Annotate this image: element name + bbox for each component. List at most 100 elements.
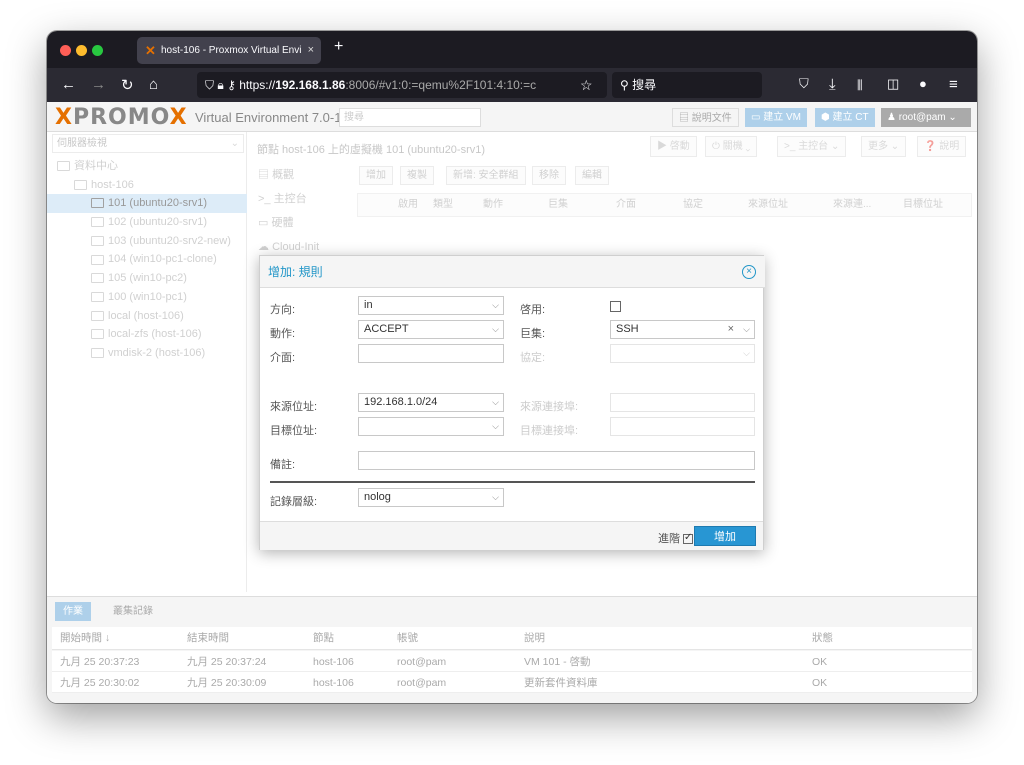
col-start-time[interactable]: 開始時間 ↓ [60, 627, 110, 649]
library-icon[interactable]: ⫼ [857, 78, 863, 93]
search-box[interactable]: ⚲ 搜尋 [612, 72, 762, 98]
search-icon: ⚲ [620, 78, 633, 92]
close-window-button[interactable] [60, 45, 71, 56]
pocket-icon[interactable]: ⛉ [799, 76, 809, 92]
docs-button[interactable]: ▤ 說明文件 [672, 108, 739, 127]
chevron-down-icon: ⌵ [492, 324, 499, 334]
lock-icon[interactable]: 🔒︎ [217, 78, 223, 92]
tab-title: host-106 - Proxmox Virtual Envi [161, 45, 302, 56]
dport-input[interactable] [610, 417, 755, 436]
forward-icon[interactable]: → [91, 76, 106, 93]
logo-x1: X [55, 105, 73, 130]
minimize-window-button[interactable] [76, 45, 87, 56]
docs-label: 說明文件 [691, 113, 732, 124]
user-menu-button[interactable]: ♟ root@pam ⌄ [881, 108, 971, 127]
close-icon[interactable]: × [742, 265, 756, 279]
separator [270, 481, 755, 483]
task-header: 開始時間 ↓ 結束時間 節點 帳號 說明 狀態 [52, 627, 972, 650]
log-level-value: nolog [364, 491, 391, 503]
add-rule-dialog: 增加: 規則 × 方向: in ⌵ 啓用: 動作: ACCEPT ⌵ 巨集: SSH… [259, 255, 765, 550]
source-label: 來源位址: [270, 401, 318, 413]
create-vm-label: 建立 VM [763, 112, 802, 123]
home-icon[interactable]: ⌂ [149, 76, 158, 93]
table-row[interactable]: 九月 25 20:37:23 九月 25 20:37:24 host-106 r… [52, 651, 972, 672]
advanced-checkbox[interactable]: ✓ [683, 532, 693, 545]
col-user[interactable]: 帳號 [397, 627, 418, 649]
nav-bar: ← → ↻ ⌂ ⛉ 🔒︎ ⚷ https://192.168.1.86:8006… [47, 68, 977, 102]
menu-icon[interactable]: ≡ [949, 76, 958, 93]
pve-header: XPROMOX Virtual Environment 7.0-11 搜尋 ▤ … [47, 102, 977, 132]
url-path: :8006/#v1:0:=qemu%2F101:4:10:=c [345, 78, 537, 92]
protocol-select[interactable]: ⌵ [610, 344, 755, 363]
comment-input[interactable] [358, 451, 755, 470]
task-end: 九月 25 20:30:09 [187, 677, 267, 689]
col-status[interactable]: 狀態 [812, 627, 833, 649]
macro-value: SSH [616, 323, 639, 335]
source-select[interactable]: 192.168.1.0/24 ⌵ [358, 393, 504, 412]
chevron-down-icon: ⌵ [492, 492, 499, 502]
tab-cluster-log[interactable]: 叢集記錄 [105, 602, 161, 621]
task-start: 九月 25 20:30:02 [60, 677, 140, 689]
col-description[interactable]: 說明 [524, 627, 545, 649]
reload-icon[interactable]: ↻ [121, 76, 134, 94]
col-node[interactable]: 節點 [313, 627, 334, 649]
close-tab-icon[interactable]: × [308, 37, 314, 64]
clear-icon[interactable]: × [728, 321, 734, 338]
dport-label: 目標連接埠: [520, 425, 579, 437]
cube-icon: ⬢ [821, 112, 833, 123]
url-prefix: https:// [239, 78, 276, 92]
action-label: 動作: [270, 328, 296, 340]
dest-select[interactable]: ⌵ [358, 417, 504, 436]
chevron-down-icon: ⌵ [492, 397, 499, 407]
chevron-down-icon: ⌵ [743, 348, 750, 358]
create-vm-button[interactable]: ▭ 建立 VM [745, 108, 808, 127]
table-row[interactable]: 九月 25 20:30:02 九月 25 20:30:09 host-106 r… [52, 672, 972, 693]
macro-label: 巨集: [520, 328, 546, 340]
macro-select[interactable]: SSH × ⌵ [610, 320, 755, 339]
permissions-icon[interactable]: ⚷ [227, 78, 236, 92]
logo-pro: PRO [72, 105, 128, 130]
chevron-down-icon: ⌵ [743, 324, 750, 334]
col-end-time[interactable]: 結束時間 [187, 627, 229, 649]
interface-input[interactable] [358, 344, 504, 363]
task-desc: VM 101 - 啓動 [524, 656, 591, 668]
monitor-icon: ▭ [751, 112, 764, 123]
back-icon[interactable]: ← [61, 76, 76, 93]
advanced-label: 進階 [658, 533, 680, 545]
action-select[interactable]: ACCEPT ⌵ [358, 320, 504, 339]
enable-label: 啓用: [520, 304, 546, 316]
sidebar-toggle-icon[interactable]: ◫ [887, 76, 899, 92]
action-value: ACCEPT [364, 323, 409, 335]
user-icon: ♟ [887, 112, 899, 123]
bookmark-star-icon[interactable]: ☆ [580, 77, 593, 94]
logo-x2: X [169, 105, 188, 130]
new-tab-button[interactable]: + [334, 38, 343, 56]
direction-select[interactable]: in ⌵ [358, 296, 504, 315]
add-button[interactable]: 增加 [694, 526, 756, 546]
task-node: host-106 [313, 677, 354, 689]
task-user: root@pam [397, 677, 447, 689]
enable-checkbox[interactable] [610, 301, 621, 312]
header-search-input[interactable]: 搜尋 [339, 108, 481, 127]
zoom-window-button[interactable] [92, 45, 103, 56]
account-icon[interactable]: ● [919, 76, 927, 91]
dialog-footer: 進階 ✓ 增加 [260, 521, 763, 550]
comment-label: 備註: [270, 459, 296, 471]
shield-icon[interactable]: ⛉ [205, 78, 214, 92]
create-ct-button[interactable]: ⬢ 建立 CT [815, 108, 875, 127]
log-level-select[interactable]: nolog ⌵ [358, 488, 504, 507]
advanced-toggle[interactable]: 進階 ✓ [658, 530, 693, 546]
sport-label: 來源連接埠: [520, 401, 579, 413]
tab-tasks[interactable]: 作業 [55, 602, 91, 621]
browser-tab[interactable]: ✕ host-106 - Proxmox Virtual Envi × [137, 37, 321, 64]
proxmox-favicon-icon: ✕ [145, 43, 156, 58]
url-bar[interactable]: ⛉ 🔒︎ ⚷ https://192.168.1.86:8006/#v1:0:=… [197, 72, 607, 98]
search-placeholder: 搜尋 [632, 78, 657, 92]
chevron-down-icon: ⌵ [492, 421, 499, 431]
sport-input[interactable] [610, 393, 755, 412]
dest-label: 目標位址: [270, 425, 318, 437]
task-end: 九月 25 20:37:24 [187, 656, 267, 668]
task-status: OK [812, 656, 828, 668]
task-desc: 更新套件資料庫 [524, 677, 598, 689]
download-icon[interactable]: ⤓ [829, 76, 836, 93]
